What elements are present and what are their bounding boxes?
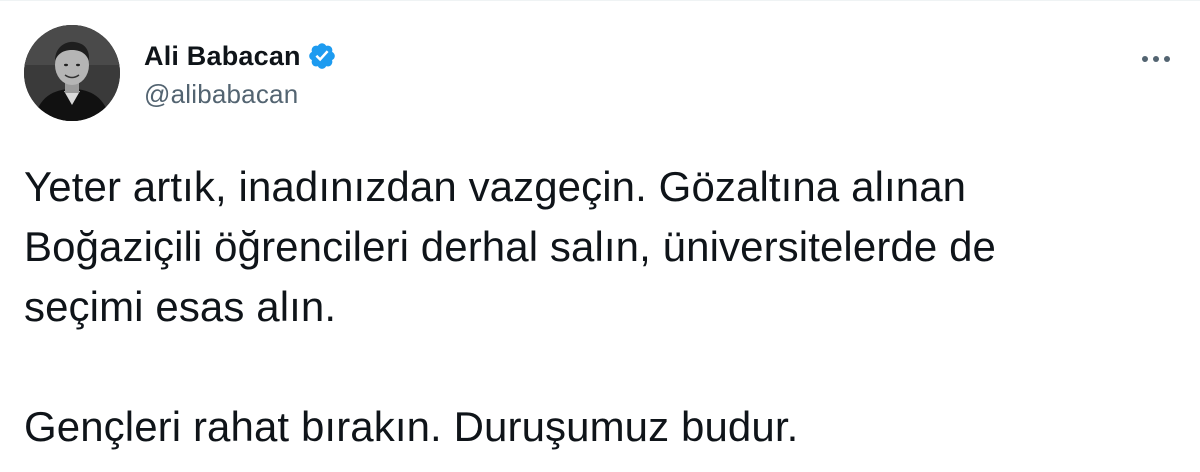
- author-identity: Ali Babacan @alibabacan: [144, 39, 337, 110]
- avatar-photo: [24, 25, 120, 121]
- tweet-card: Ali Babacan @alibabacan Yeter artık, ina…: [0, 0, 1200, 472]
- name-row: Ali Babacan: [144, 39, 337, 73]
- more-horizontal-icon: [1153, 56, 1159, 62]
- more-options-button[interactable]: [1136, 47, 1176, 71]
- tweet-text: Yeter artık, inadınızdan vazgeçin. Gözal…: [24, 157, 1174, 457]
- tweet-paragraph-1: Yeter artık, inadınızdan vazgeçin. Gözal…: [24, 163, 997, 330]
- more-horizontal-icon: [1142, 56, 1148, 62]
- author-handle[interactable]: @alibabacan: [144, 79, 337, 110]
- verified-badge-icon: [307, 41, 337, 71]
- more-horizontal-icon: [1164, 56, 1170, 62]
- tweet-paragraph-2: Gençleri rahat bırakın. Duruşumuz budur.: [24, 403, 799, 450]
- avatar[interactable]: [24, 25, 120, 121]
- author-display-name[interactable]: Ali Babacan: [144, 41, 301, 72]
- tweet-header: Ali Babacan @alibabacan: [24, 25, 1176, 121]
